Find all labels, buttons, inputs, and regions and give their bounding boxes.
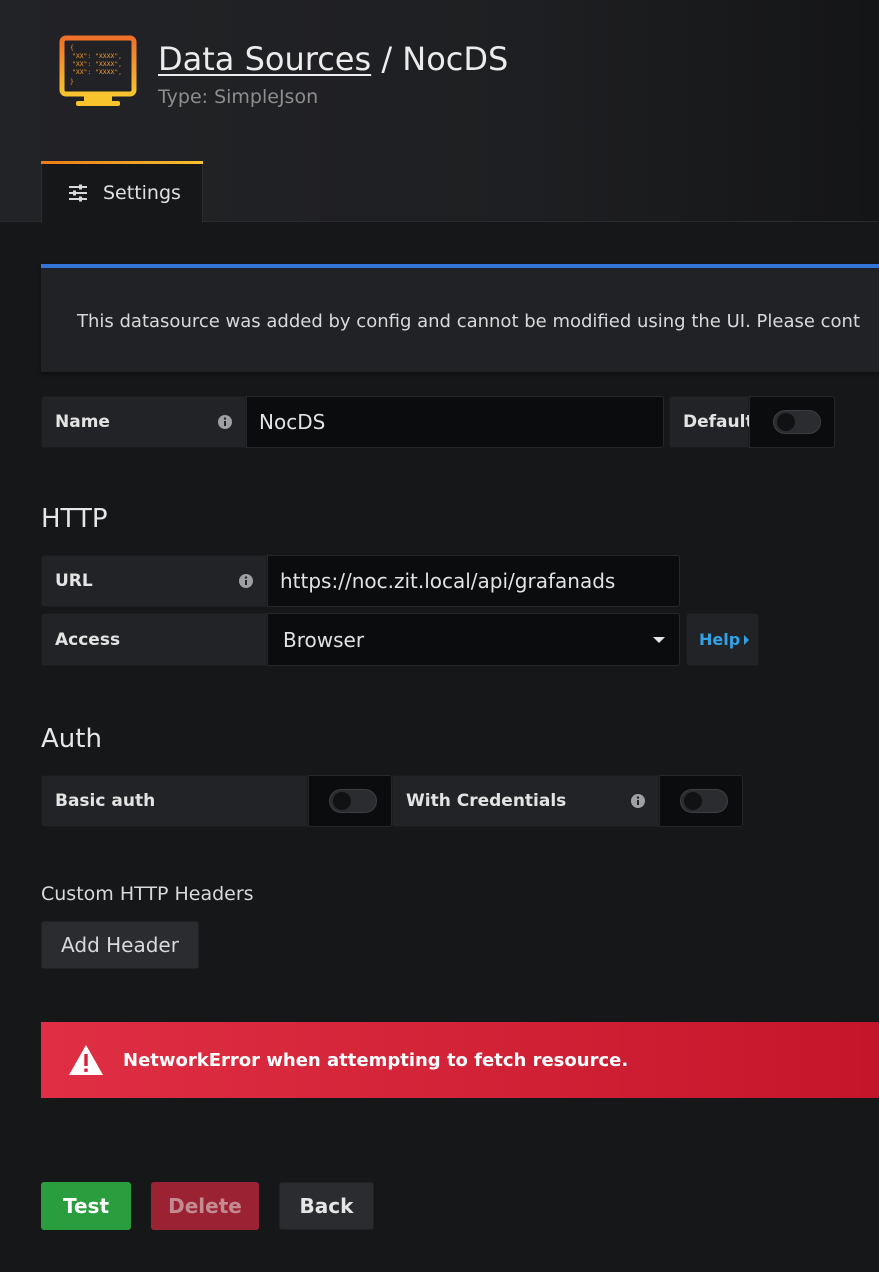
basic-auth-toggle-container: [308, 775, 392, 827]
with-credentials-label-text: With Credentials: [406, 791, 567, 811]
with-credentials-label: With Credentials: [392, 775, 659, 827]
default-label: Default: [669, 396, 754, 448]
info-circle-icon[interactable]: [630, 793, 646, 809]
auth-section-title: Auth: [41, 724, 102, 754]
name-input[interactable]: NocDS: [246, 396, 664, 448]
simplejson-monitor-icon: { "XX": "XXXX", "XX": "XXXX", "XX": "XXX…: [59, 35, 137, 106]
back-button[interactable]: Back: [279, 1182, 374, 1230]
add-header-button[interactable]: Add Header: [41, 921, 199, 969]
url-input[interactable]: https://noc.zit.local/api/grafanads: [267, 555, 680, 607]
custom-headers-title: Custom HTTP Headers: [41, 883, 254, 905]
help-toggle-button[interactable]: Help: [686, 613, 759, 666]
breadcrumb-separator: /: [381, 40, 393, 78]
default-toggle[interactable]: [773, 410, 821, 434]
error-alert: NetworkError when attempting to fetch re…: [41, 1022, 879, 1098]
datasource-type: Type: SimpleJson: [158, 86, 319, 108]
basic-auth-label-text: Basic auth: [55, 791, 156, 811]
warning-triangle-icon: [69, 1045, 103, 1075]
readonly-info-text: This datasource was added by config and …: [77, 311, 861, 332]
datasource-title-name: NocDS: [402, 40, 509, 78]
tab-settings[interactable]: Settings: [41, 161, 203, 223]
caret-down-icon: [653, 637, 665, 643]
access-label: Access: [41, 613, 267, 666]
basic-auth-label: Basic auth: [41, 775, 308, 827]
access-select[interactable]: Browser: [267, 613, 680, 666]
readonly-info-banner: This datasource was added by config and …: [41, 264, 879, 372]
breadcrumb-data-sources-link[interactable]: Data Sources: [158, 40, 371, 78]
access-select-value: Browser: [283, 627, 365, 652]
with-credentials-toggle[interactable]: [680, 789, 728, 813]
sliders-icon: [69, 184, 87, 201]
access-label-text: Access: [55, 629, 121, 650]
delete-button[interactable]: Delete: [151, 1182, 259, 1230]
svg-text:"XX": "XXXX",: "XX": "XXXX",: [72, 68, 122, 76]
http-section-title: HTTP: [41, 504, 108, 534]
tab-settings-label: Settings: [103, 181, 181, 204]
svg-text:"XX": "XXXX",: "XX": "XXXX",: [72, 60, 122, 68]
svg-text:"XX": "XXXX",: "XX": "XXXX",: [72, 52, 122, 60]
test-button[interactable]: Test: [41, 1182, 131, 1230]
svg-text:}: }: [70, 77, 74, 85]
with-credentials-toggle-container: [659, 775, 743, 827]
info-circle-icon[interactable]: [217, 414, 233, 430]
default-toggle-container: [749, 396, 835, 448]
url-label: URL: [41, 555, 267, 607]
caret-right-icon: [744, 634, 750, 645]
name-label-text: Name: [55, 412, 110, 432]
error-message: NetworkError when attempting to fetch re…: [123, 1049, 629, 1071]
url-label-text: URL: [55, 571, 93, 591]
info-circle-icon[interactable]: [238, 573, 254, 589]
svg-text:{: {: [70, 43, 74, 51]
default-label-text: Default: [683, 412, 754, 432]
page-header: { "XX": "XXXX", "XX": "XXXX", "XX": "XXX…: [0, 0, 879, 223]
help-label: Help: [699, 630, 741, 649]
name-label: Name: [41, 396, 246, 448]
page-title: Data Sources / NocDS: [158, 40, 508, 78]
basic-auth-toggle[interactable]: [329, 789, 377, 813]
